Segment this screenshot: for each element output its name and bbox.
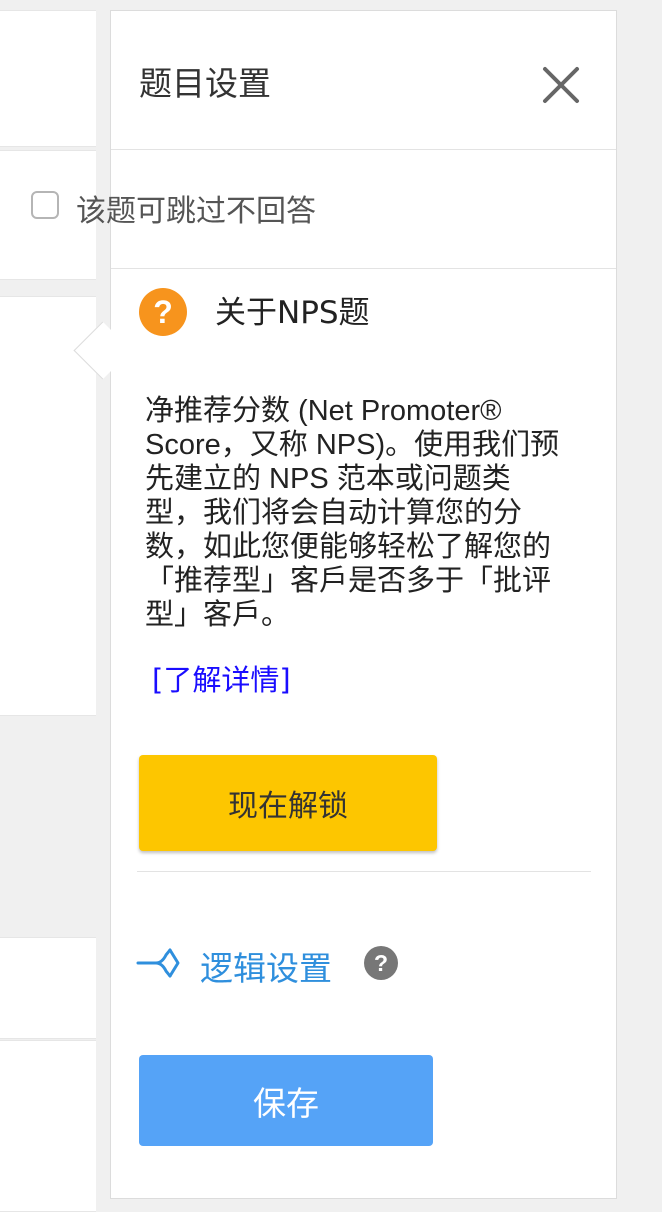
svg-text:?: ?: [153, 294, 173, 330]
skip-checkbox-label[interactable]: 该题可跳过不回答: [76, 186, 316, 230]
svg-text:?: ?: [374, 950, 388, 976]
help-circle-icon[interactable]: ?: [363, 945, 399, 981]
question-circle-icon: ?: [139, 288, 187, 336]
learn-more-link[interactable]: [了解详情]: [152, 657, 291, 699]
save-button[interactable]: 保存: [139, 1055, 433, 1146]
background-card-4: [0, 937, 96, 1039]
logic-settings-link[interactable]: 逻辑设置: [200, 942, 332, 990]
section-divider: [137, 871, 591, 872]
skip-checkbox[interactable]: [31, 191, 59, 219]
unlock-now-button[interactable]: 现在解锁: [139, 755, 437, 851]
background-card-1: [0, 10, 96, 147]
nps-description: 净推荐分数 (Net Promoter® Score，又称 NPS)。使用我们预…: [145, 395, 560, 631]
panel-header: 题目设置: [111, 11, 616, 150]
panel-title: 题目设置: [139, 64, 271, 103]
about-nps-title: 关于NPS题: [215, 295, 370, 331]
background-card-5: [0, 1040, 96, 1212]
branch-arrow-icon[interactable]: [136, 947, 182, 979]
close-icon[interactable]: [539, 63, 583, 107]
